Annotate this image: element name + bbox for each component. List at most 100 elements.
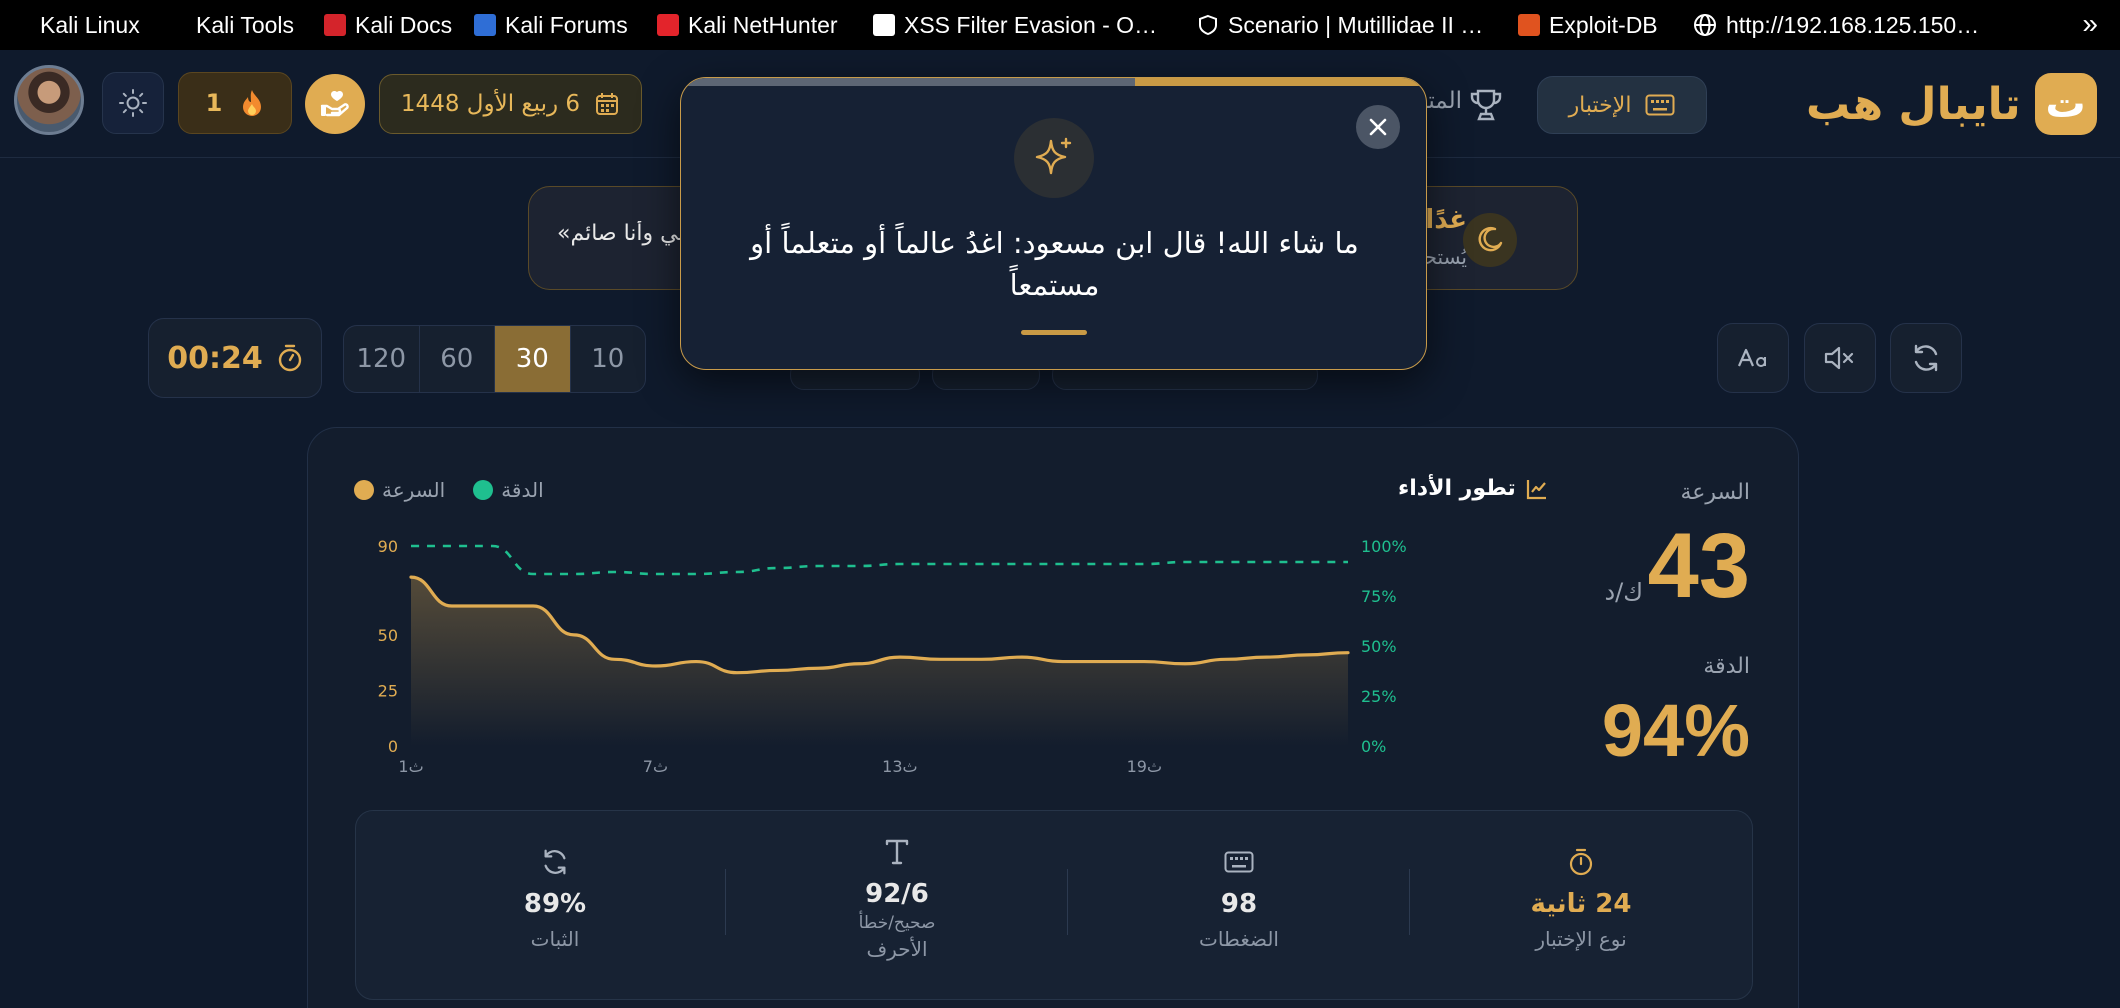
- accuracy-label: الدقة: [1703, 654, 1750, 679]
- y-left-tick-label: 0: [388, 737, 398, 756]
- modal-accent-line: [1021, 330, 1087, 335]
- bookmark-xss-filter-evasion[interactable]: XSS Filter Evasion - O…: [873, 0, 1157, 50]
- duration-selector: 120 60 30 10: [343, 325, 646, 393]
- speed-value: 43: [1647, 515, 1750, 617]
- refresh-icon: [544, 849, 566, 875]
- theme-toggle-button[interactable]: [102, 72, 164, 134]
- bookmark-kali-linux[interactable]: Kali Linux: [40, 0, 140, 50]
- kali-forums-icon: [474, 14, 496, 36]
- sparkle-icon: [1014, 118, 1094, 198]
- volume-mute-icon: [1824, 346, 1854, 370]
- bookmark-kali-nethunter[interactable]: Kali NetHunter: [657, 0, 838, 50]
- restart-button[interactable]: [1890, 323, 1962, 393]
- chart-legend: السرعة الدقة: [354, 478, 544, 502]
- test-nav-button[interactable]: الإختبار: [1537, 76, 1707, 134]
- speed-unit: ك/د: [1604, 578, 1643, 606]
- stat-test-type: 24 ثانية نوع الإختبار: [1410, 811, 1752, 1001]
- close-button[interactable]: [1356, 105, 1400, 149]
- chart-title-text: تطور الأداء: [1398, 476, 1516, 501]
- bookmark-label: Kali Forums: [505, 11, 628, 38]
- performance-chart: 0 25 50 90 0% 25% 50% 75% 100% ث1 ث7 ث13 ث19: [378, 537, 1407, 776]
- text-icon: [885, 839, 909, 865]
- stat-test-type-value: 24 ثانية: [1530, 889, 1632, 919]
- charity-button[interactable]: [305, 74, 365, 134]
- stat-keystrokes: 98 الضغطات: [1068, 811, 1410, 1001]
- chevron-double-right-icon[interactable]: »: [2082, 8, 2098, 40]
- bookmark-label: Kali Tools: [196, 11, 295, 38]
- duration-option-120[interactable]: 120: [344, 326, 419, 392]
- trophy-icon[interactable]: [1468, 88, 1504, 122]
- nethunter-icon: [657, 14, 679, 36]
- y-right-tick-label: 50%: [1361, 637, 1397, 656]
- speed-label: السرعة: [1680, 480, 1750, 505]
- legend-accuracy-label: الدقة: [501, 478, 544, 502]
- refresh-icon: [1914, 344, 1938, 372]
- bookmark-local-ip[interactable]: http://192.168.125.150…: [1693, 0, 1979, 50]
- brand-name: تايبال هب: [1806, 78, 2021, 130]
- legend-accuracy: الدقة: [473, 478, 544, 502]
- bookmark-label: Kali NetHunter: [688, 11, 838, 38]
- notice-subtitle: يُستحب: [1423, 245, 1467, 269]
- bookmark-label: Exploit-DB: [1549, 11, 1658, 38]
- bookmark-exploit-db[interactable]: Exploit-DB: [1518, 0, 1658, 50]
- stopwatch-icon: [278, 344, 301, 372]
- results-card: السرعة 43 ك/د الدقة 94% تطور الأداء السر…: [307, 427, 1799, 1008]
- chart-trend-icon: [1526, 479, 1546, 499]
- mutillidae-icon: [1199, 14, 1217, 36]
- bookmark-kali-docs[interactable]: Kali Docs: [324, 0, 452, 50]
- bookmark-kali-forums[interactable]: Kali Forums: [474, 0, 628, 50]
- modal-progress-fill: [1135, 78, 1426, 86]
- exploit-db-icon: [1518, 14, 1540, 36]
- x-tick-label: ث13: [882, 757, 917, 776]
- bookmark-label: XSS Filter Evasion - O…: [904, 11, 1158, 38]
- bookmarks-bar: Kali Linux Kali Tools Kali Docs Kali For…: [0, 0, 2120, 50]
- accuracy-value: 94%: [1601, 689, 1750, 772]
- bookmark-kali-tools[interactable]: Kali Tools: [196, 0, 294, 50]
- chart-title: تطور الأداء: [1398, 476, 1574, 501]
- stat-test-type-label: نوع الإختبار: [1535, 927, 1627, 951]
- sound-toggle-button[interactable]: [1804, 323, 1876, 393]
- kali-docs-icon: [324, 14, 346, 36]
- hijri-date-chip[interactable]: 6 ربيع الأول 1448: [379, 74, 642, 134]
- bookmark-label: Kali Linux: [40, 11, 140, 38]
- close-icon: [1369, 118, 1387, 136]
- streak-badge[interactable]: 1: [178, 72, 292, 134]
- y-left-tick-label: 25: [378, 681, 398, 700]
- bookmark-label: Kali Docs: [355, 11, 453, 38]
- brand-logo: ت: [2034, 73, 2097, 135]
- streak-count: 1: [205, 89, 223, 117]
- flame-icon: [243, 90, 262, 116]
- avatar[interactable]: [14, 65, 84, 135]
- moon-icon: [1463, 213, 1517, 267]
- modal-progress-track: [681, 78, 1426, 86]
- y-left-tick-label: 50: [378, 626, 398, 645]
- duration-option-10[interactable]: 10: [569, 326, 646, 392]
- font-size-button[interactable]: [1717, 323, 1789, 393]
- stat-consistency-label: الثبات: [530, 927, 580, 951]
- duration-option-30[interactable]: 30: [494, 326, 570, 392]
- test-nav-label: الإختبار: [1568, 92, 1632, 118]
- duration-option-60[interactable]: 60: [418, 326, 495, 392]
- bookmark-mutillidae[interactable]: Scenario | Mutillidae II …: [1197, 0, 1483, 50]
- legend-speed-swatch: [354, 480, 374, 500]
- stat-characters-value: 92/6: [865, 879, 929, 909]
- y-right-tick-label: 75%: [1361, 587, 1397, 606]
- accuracy-line: [411, 544, 1348, 576]
- bookmark-label: http://192.168.125.150…: [1726, 11, 1980, 38]
- y-right-tick-label: 25%: [1361, 687, 1397, 706]
- stat-characters: 92/6 صحيح/خطأ الأحرف: [726, 811, 1068, 1001]
- stat-consistency: 89% الثبات: [384, 811, 726, 1001]
- stats-panel: 24 ثانية نوع الإختبار 98 الضغطات 92/6 صح…: [355, 810, 1753, 1000]
- x-tick-label: ث1: [398, 757, 423, 776]
- hand-heart-icon: [320, 90, 349, 117]
- stat-consistency-value: 89%: [523, 889, 587, 919]
- x-tick-label: ث7: [643, 757, 668, 776]
- modal-message: ما شاء الله! قال ابن مسعود: اغدُ عالماً …: [750, 226, 1359, 302]
- keyboard-icon: [1224, 851, 1254, 873]
- stat-characters-sub: صحيح/خطأ: [858, 913, 936, 933]
- stat-keystrokes-label: الضغطات: [1199, 927, 1279, 951]
- y-right-tick-label: 100%: [1361, 537, 1407, 556]
- brand[interactable]: تايبال هب ت: [1806, 72, 2097, 136]
- legend-accuracy-swatch: [473, 480, 494, 500]
- sun-icon: [119, 89, 147, 117]
